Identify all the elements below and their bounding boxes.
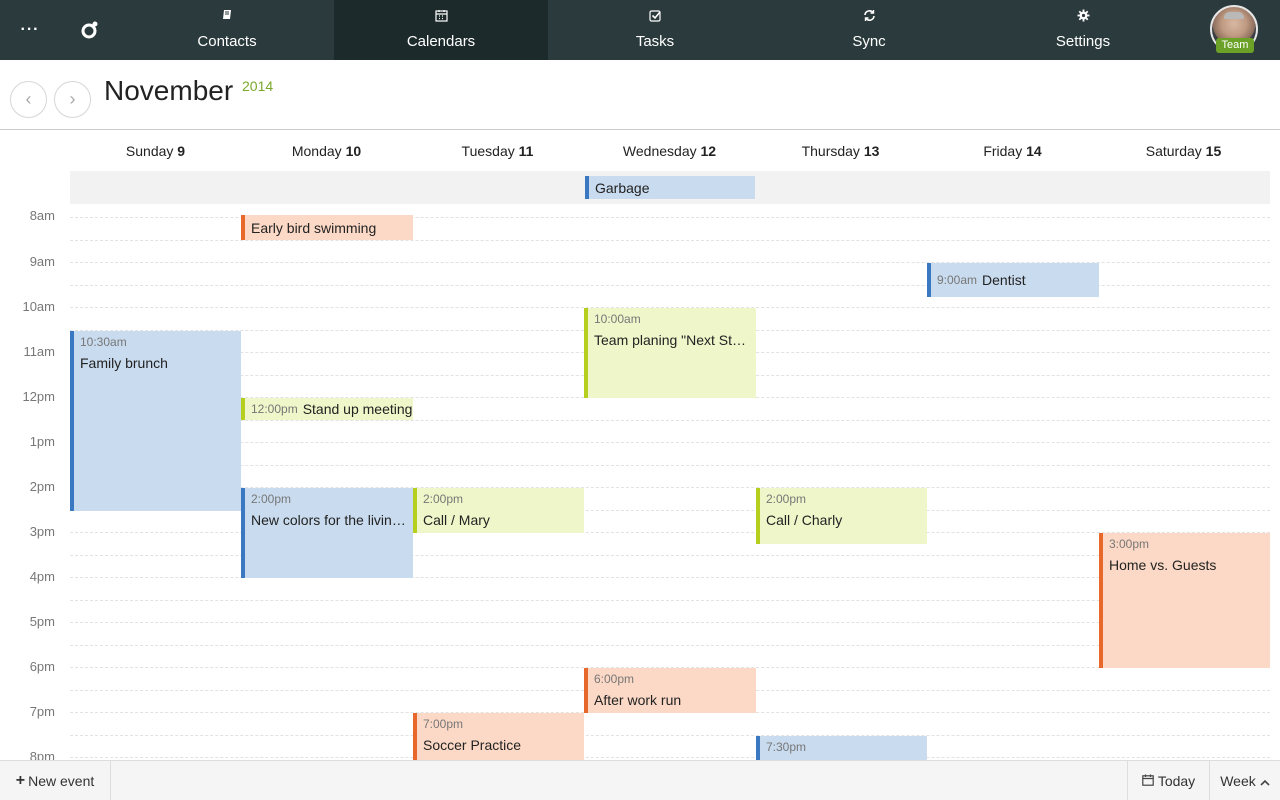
hour-label: 5pm xyxy=(29,614,55,629)
team-badge: Team xyxy=(1216,38,1254,53)
hour-label: 3pm xyxy=(29,524,55,539)
calendar-icon xyxy=(1142,773,1154,789)
new-event-button[interactable]: + New event xyxy=(0,761,111,800)
event-call-mary[interactable]: 2:00pm Call / Mary xyxy=(413,488,584,533)
grid-line xyxy=(70,599,1270,601)
hour-label: 7pm xyxy=(29,704,55,719)
day-header-wednesday: Wednesday 12 xyxy=(622,143,717,159)
bottom-toolbar: + New event Today Week xyxy=(0,760,1280,800)
event-soccer-practice[interactable]: 7:00pm Soccer Practice xyxy=(413,713,584,760)
event-after-work-run[interactable]: 6:00pm After work run xyxy=(584,668,756,713)
grid-line xyxy=(70,464,1270,466)
today-label: Today xyxy=(1157,773,1196,789)
next-week-button[interactable]: › xyxy=(54,81,91,118)
calendar-icon xyxy=(334,9,548,25)
time-grid: 8am 9am 10am 11am 12pm 1pm 2pm 3pm 4pm 5… xyxy=(0,205,1280,760)
all-day-strip: Garbage xyxy=(70,171,1270,204)
event-call-charly[interactable]: 2:00pm Call / Charly xyxy=(756,488,927,544)
view-select-button[interactable]: Week xyxy=(1209,761,1280,800)
app-logo-icon[interactable] xyxy=(60,0,120,60)
chevron-up-icon xyxy=(1260,773,1270,789)
more-menu-button[interactable]: ··· xyxy=(0,0,60,60)
tab-label: Calendars xyxy=(406,33,476,50)
day-header-saturday: Saturday 15 xyxy=(1145,143,1222,159)
hour-label: 2pm xyxy=(29,479,55,494)
month-title: November xyxy=(104,75,234,106)
tab-contacts[interactable]: Contacts xyxy=(120,0,334,60)
sync-icon xyxy=(762,9,976,25)
day-header-friday: Friday 14 xyxy=(983,143,1042,159)
hour-label: 4pm xyxy=(29,569,55,584)
event-dentist[interactable]: 9:00am Dentist xyxy=(927,263,1099,297)
plus-icon: + xyxy=(15,772,26,789)
event-team-planning[interactable]: 10:00am Team planing "Next Steps" xyxy=(584,308,756,398)
chevron-right-icon: › xyxy=(69,89,76,109)
event-early-bird-swimming[interactable]: Early bird swimming xyxy=(241,215,413,240)
new-event-label: New event xyxy=(28,773,95,789)
day-header-thursday: Thursday 13 xyxy=(801,143,880,159)
book-icon xyxy=(120,9,334,25)
tab-label: Sync xyxy=(852,33,886,50)
grid-line xyxy=(70,757,1270,758)
grid-line xyxy=(70,622,1270,623)
hour-label: 8pm xyxy=(29,749,55,760)
hour-label: 9am xyxy=(29,254,55,269)
event-family-brunch[interactable]: 10:30am Family brunch xyxy=(70,331,241,511)
hour-label: 8am xyxy=(29,208,55,223)
tab-tasks[interactable]: Tasks xyxy=(548,0,762,60)
today-button[interactable]: Today xyxy=(1127,761,1209,800)
day-header-monday: Monday 10 xyxy=(291,143,362,159)
gear-icon xyxy=(976,9,1190,25)
calendar-header: ‹ › November 2014 xyxy=(0,60,1280,130)
tab-calendars[interactable]: Calendars xyxy=(334,0,548,60)
chevron-left-icon: ‹ xyxy=(25,89,32,109)
top-navigation: ··· Contacts Calendars Tasks Sync Settin… xyxy=(0,0,1280,60)
allday-event-garbage[interactable]: Garbage xyxy=(585,176,755,199)
day-header-tuesday: Tuesday 11 xyxy=(461,143,534,159)
hour-label: 12pm xyxy=(22,389,55,404)
tab-label: Contacts xyxy=(197,33,257,50)
year-label: 2014 xyxy=(242,78,274,94)
tab-settings[interactable]: Settings xyxy=(976,0,1190,60)
event-7-30pm[interactable]: 7:30pm xyxy=(756,736,927,760)
hour-label: 1pm xyxy=(29,434,55,449)
tab-label: Tasks xyxy=(635,33,675,50)
event-new-colors[interactable]: 2:00pm New colors for the living room xyxy=(241,488,413,578)
event-stand-up-meeting[interactable]: 12:00pm Stand up meeting xyxy=(241,398,413,420)
grid-line xyxy=(70,734,1270,736)
tab-label: Settings xyxy=(1055,33,1111,50)
event-home-vs-guests[interactable]: 3:00pm Home vs. Guests xyxy=(1099,533,1270,668)
prev-week-button[interactable]: ‹ xyxy=(10,81,47,118)
grid-line xyxy=(70,644,1270,646)
checkbox-icon xyxy=(548,9,762,25)
tab-sync[interactable]: Sync xyxy=(762,0,976,60)
day-header-sunday: Sunday 9 xyxy=(125,143,186,159)
view-label: Week xyxy=(1220,773,1256,789)
hour-label: 6pm xyxy=(29,659,55,674)
hour-label: 11am xyxy=(23,344,55,359)
hour-label: 10am xyxy=(22,299,55,314)
grid-line xyxy=(70,442,1270,443)
